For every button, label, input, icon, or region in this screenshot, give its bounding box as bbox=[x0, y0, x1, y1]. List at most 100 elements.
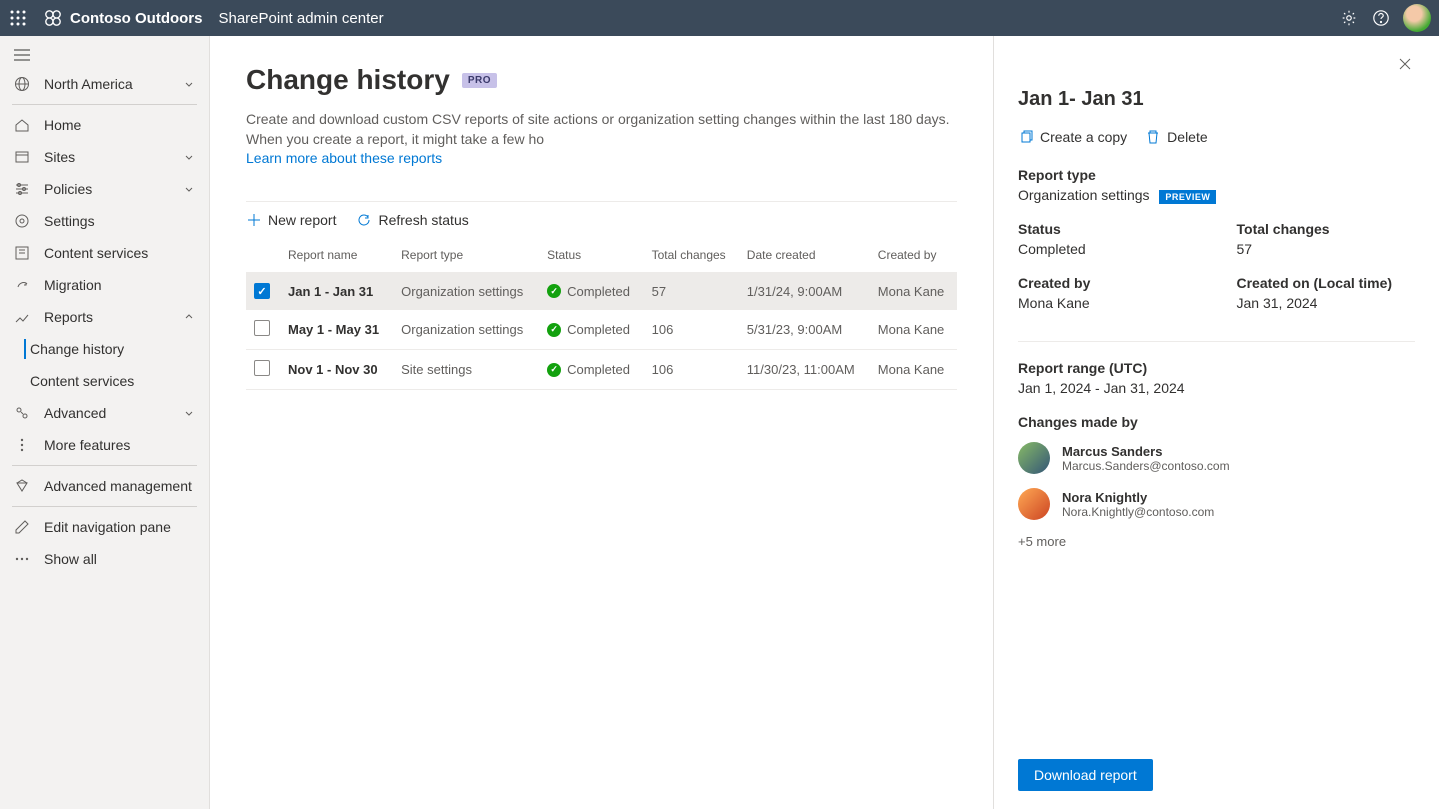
created-by-cell: Mona Kane bbox=[870, 310, 957, 350]
nav-sites[interactable]: Sites bbox=[0, 141, 209, 173]
nav-reports[interactable]: Reports bbox=[0, 301, 209, 333]
table-row[interactable]: Jan 1 - Jan 31 Organization settings Com… bbox=[246, 272, 957, 310]
more-vertical-icon bbox=[14, 437, 30, 453]
status-cell: Completed bbox=[547, 362, 636, 377]
person-email: Nora.Knightly@contoso.com bbox=[1062, 505, 1214, 519]
refresh-status-button[interactable]: Refresh status bbox=[356, 212, 468, 228]
more-horizontal-icon bbox=[14, 551, 30, 567]
status-completed-icon bbox=[547, 323, 561, 337]
date-created-cell: 11/30/23, 11:00AM bbox=[739, 350, 870, 390]
person-avatar bbox=[1018, 488, 1050, 520]
chevron-down-icon bbox=[183, 407, 195, 419]
page-content: Change history PRO Create and download c… bbox=[210, 36, 993, 809]
status-value: Completed bbox=[1018, 241, 1197, 257]
nav-collapse-icon[interactable] bbox=[0, 42, 209, 68]
advanced-icon bbox=[14, 405, 30, 421]
row-checkbox[interactable] bbox=[254, 320, 270, 336]
report-name: May 1 - May 31 bbox=[288, 322, 379, 337]
copy-icon bbox=[1018, 129, 1034, 145]
chevron-up-icon bbox=[183, 311, 195, 323]
delete-icon bbox=[1145, 129, 1161, 145]
pro-badge: PRO bbox=[462, 73, 497, 88]
status-cell: Completed bbox=[547, 284, 636, 299]
report-type-cell: Organization settings bbox=[393, 272, 539, 310]
migration-icon bbox=[14, 277, 30, 293]
report-range-label: Report range (UTC) bbox=[1018, 360, 1415, 376]
report-type-cell: Site settings bbox=[393, 350, 539, 390]
status-completed-icon bbox=[547, 363, 561, 377]
report-name: Jan 1 - Jan 31 bbox=[288, 284, 373, 299]
report-type-label: Report type bbox=[1018, 167, 1415, 183]
col-date-created[interactable]: Date created bbox=[739, 238, 870, 273]
nav-show-all[interactable]: Show all bbox=[0, 543, 209, 575]
refresh-icon bbox=[356, 212, 372, 228]
nav-policies[interactable]: Policies bbox=[0, 173, 209, 205]
app-name: SharePoint admin center bbox=[218, 10, 383, 27]
org-name: Contoso Outdoors bbox=[70, 10, 202, 27]
user-avatar[interactable] bbox=[1403, 4, 1431, 32]
learn-more-link[interactable]: Learn more about these reports bbox=[246, 150, 442, 166]
chevron-down-icon bbox=[183, 183, 195, 195]
nav-advanced-management[interactable]: Advanced management bbox=[0, 470, 209, 502]
table-row[interactable]: May 1 - May 31 Organization settings Com… bbox=[246, 310, 957, 350]
nav-home[interactable]: Home bbox=[0, 109, 209, 141]
nav-more-features[interactable]: More features bbox=[0, 429, 209, 461]
created-by-cell: Mona Kane bbox=[870, 350, 957, 390]
chevron-down-icon bbox=[183, 151, 195, 163]
total-changes-value: 57 bbox=[1237, 241, 1416, 257]
app-launcher-icon[interactable] bbox=[8, 8, 28, 28]
nav-change-history[interactable]: Change history bbox=[0, 333, 209, 365]
settings-icon[interactable] bbox=[1333, 2, 1365, 34]
nav-region-selector[interactable]: North America bbox=[0, 68, 209, 100]
content-icon bbox=[14, 245, 30, 261]
panel-title: Jan 1- Jan 31 bbox=[1018, 88, 1415, 111]
preview-badge: PREVIEW bbox=[1159, 190, 1216, 204]
created-by-label: Created by bbox=[1018, 275, 1197, 291]
globe-icon bbox=[14, 76, 30, 92]
nav-advanced[interactable]: Advanced bbox=[0, 397, 209, 429]
total-changes-cell: 106 bbox=[644, 310, 739, 350]
close-panel-button[interactable] bbox=[1395, 54, 1415, 74]
report-type-value: Organization settings PREVIEW bbox=[1018, 187, 1415, 203]
col-created-by[interactable]: Created by bbox=[870, 238, 957, 273]
total-changes-cell: 57 bbox=[644, 272, 739, 310]
total-changes-label: Total changes bbox=[1237, 221, 1416, 237]
details-panel: Jan 1- Jan 31 Create a copy Delete Repor… bbox=[993, 36, 1439, 809]
nav-reports-content-services[interactable]: Content services bbox=[0, 365, 209, 397]
gear-icon bbox=[14, 213, 30, 229]
sites-icon bbox=[14, 149, 30, 165]
new-report-button[interactable]: New report bbox=[246, 212, 336, 228]
help-icon[interactable] bbox=[1365, 2, 1397, 34]
col-report-type[interactable]: Report type bbox=[393, 238, 539, 273]
nav-edit-navigation[interactable]: Edit navigation pane bbox=[0, 511, 209, 543]
row-checkbox[interactable] bbox=[254, 283, 270, 299]
delete-button[interactable]: Delete bbox=[1145, 129, 1207, 145]
report-name: Nov 1 - Nov 30 bbox=[288, 362, 378, 377]
table-row[interactable]: Nov 1 - Nov 30 Site settings Completed 1… bbox=[246, 350, 957, 390]
created-by-cell: Mona Kane bbox=[870, 272, 957, 310]
col-status[interactable]: Status bbox=[539, 238, 644, 273]
org-logo: Contoso Outdoors bbox=[44, 9, 202, 27]
create-copy-button[interactable]: Create a copy bbox=[1018, 129, 1127, 145]
status-cell: Completed bbox=[547, 322, 636, 337]
more-people-link[interactable]: +5 more bbox=[1018, 534, 1415, 549]
person-name: Marcus Sanders bbox=[1062, 444, 1230, 459]
col-report-name[interactable]: Report name bbox=[280, 238, 393, 273]
page-title: Change history bbox=[246, 64, 450, 96]
nav-migration[interactable]: Migration bbox=[0, 269, 209, 301]
created-by-value: Mona Kane bbox=[1018, 295, 1197, 311]
col-total-changes[interactable]: Total changes bbox=[644, 238, 739, 273]
person-name: Nora Knightly bbox=[1062, 490, 1214, 505]
status-label: Status bbox=[1018, 221, 1197, 237]
chevron-down-icon bbox=[183, 78, 195, 90]
row-checkbox[interactable] bbox=[254, 360, 270, 376]
home-icon bbox=[14, 117, 30, 133]
download-report-button[interactable]: Download report bbox=[1018, 759, 1153, 791]
reports-icon bbox=[14, 309, 30, 325]
person-row: Nora Knightly Nora.Knightly@contoso.com bbox=[1018, 488, 1415, 520]
nav-content-services[interactable]: Content services bbox=[0, 237, 209, 269]
total-changes-cell: 106 bbox=[644, 350, 739, 390]
nav-settings[interactable]: Settings bbox=[0, 205, 209, 237]
changes-made-by-label: Changes made by bbox=[1018, 414, 1415, 430]
date-created-cell: 5/31/23, 9:00AM bbox=[739, 310, 870, 350]
